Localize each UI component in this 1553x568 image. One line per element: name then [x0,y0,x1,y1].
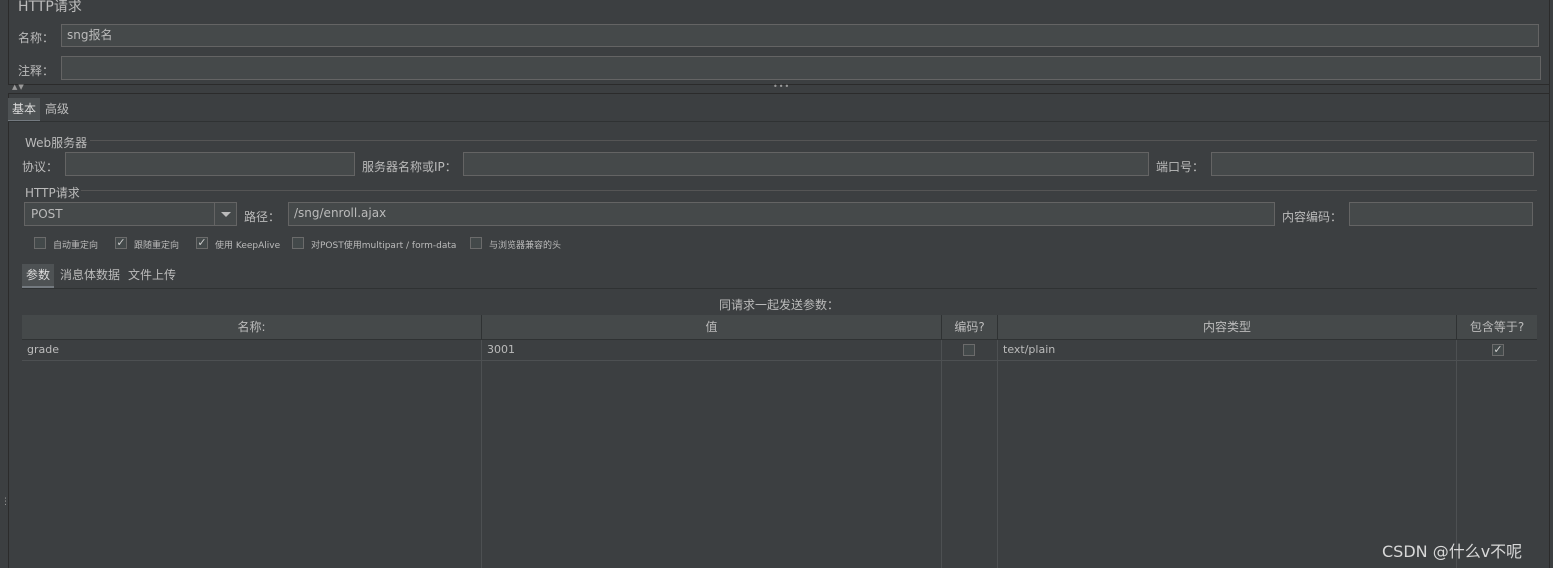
browser-headers-checkbox[interactable] [470,237,482,249]
follow-redirect-checkbox[interactable]: ✓ [115,237,127,249]
column-divider [941,340,942,568]
divider-grip-icon: ••• [773,82,791,91]
check-icon: ✓ [197,236,207,249]
http-request-group-title: HTTP请求 [25,186,80,200]
name-input[interactable]: sng报名 [61,24,1539,47]
port-input[interactable] [1211,152,1534,176]
comment-input[interactable] [61,56,1541,80]
web-server-group-title: Web服务器 [25,136,88,150]
comment-label: 注释： [18,64,55,78]
param-content-type-cell[interactable]: text/plain [998,340,1456,360]
method-value: POST [31,207,63,221]
tab-basic[interactable]: 基本 [8,98,41,122]
http-request-group-line [81,190,1537,191]
row-divider [22,360,1537,361]
tab-file-upload[interactable]: 文件上传 [124,264,180,286]
http-request-panel: ⋮ HTTP请求 名称： sng报名 注释： ▲▼ ••• 基本 高级 Web服… [0,0,1553,568]
column-header-value[interactable]: 值 [482,315,942,340]
column-divider [481,340,482,568]
sub-tab-strip-border [22,288,1537,289]
method-select[interactable]: POST [24,202,237,226]
browser-headers-label: 与浏览器兼容的头 [489,241,562,251]
follow-redirect-label: 跟随重定向 [134,241,180,251]
auto-redirect-checkbox[interactable] [34,237,46,249]
tab-body-data[interactable]: 消息体数据 [56,264,124,286]
column-header-content-type[interactable]: 内容类型 [998,315,1457,340]
tab-strip-border [8,121,1549,122]
protocol-input[interactable] [65,152,355,176]
path-input[interactable]: /sng/enroll.ajax [288,202,1275,226]
param-include-equals-checkbox[interactable]: ✓ [1492,344,1504,356]
server-label: 服务器名称或IP： [362,160,457,174]
split-divider[interactable]: ▲▼ ••• [8,82,1549,94]
chevron-down-icon [221,212,231,217]
splitter-grip-icon: ⋮ [1,497,11,507]
parameters-table: 名称: 值 编码? 内容类型 包含等于? grade 3001 text/pla… [22,315,1537,568]
column-header-name[interactable]: 名称: [22,315,482,340]
port-label: 端口号： [1156,160,1205,174]
param-name-cell[interactable]: grade [22,340,481,360]
collapse-arrows-icon[interactable]: ▲▼ [12,83,25,91]
web-server-group-line [90,140,1537,141]
watermark: CSDN @什么v不呢 [1382,542,1523,561]
encoding-input[interactable] [1349,202,1533,226]
keepalive-checkbox[interactable]: ✓ [196,237,208,249]
auto-redirect-label: 自动重定向 [53,241,99,251]
param-encode-checkbox[interactable] [963,344,975,356]
server-input[interactable] [463,152,1149,176]
param-value-cell[interactable]: 3001 [482,340,941,360]
protocol-label: 协议： [22,160,59,174]
method-dropdown-button[interactable] [214,203,236,225]
right-scrollbar[interactable] [1549,0,1553,568]
check-icon: ✓ [116,236,126,249]
column-header-encode[interactable]: 编码? [942,315,998,340]
column-divider [1456,340,1457,568]
column-divider [997,340,998,568]
params-caption: 同请求一起发送参数： [719,298,840,312]
check-icon: ✓ [1493,343,1503,356]
path-label: 路径： [244,210,281,224]
encoding-label: 内容编码： [1282,210,1343,224]
multipart-checkbox[interactable] [292,237,304,249]
name-label: 名称： [18,31,55,45]
tab-advanced[interactable]: 高级 [41,98,73,120]
multipart-label: 对POST使用multipart / form-data [311,241,457,251]
panel-title: HTTP请求 [18,0,82,15]
keepalive-label: 使用 KeepAlive [215,241,281,251]
column-header-include-equals[interactable]: 包含等于? [1457,315,1537,340]
tab-parameters[interactable]: 参数 [22,264,55,288]
